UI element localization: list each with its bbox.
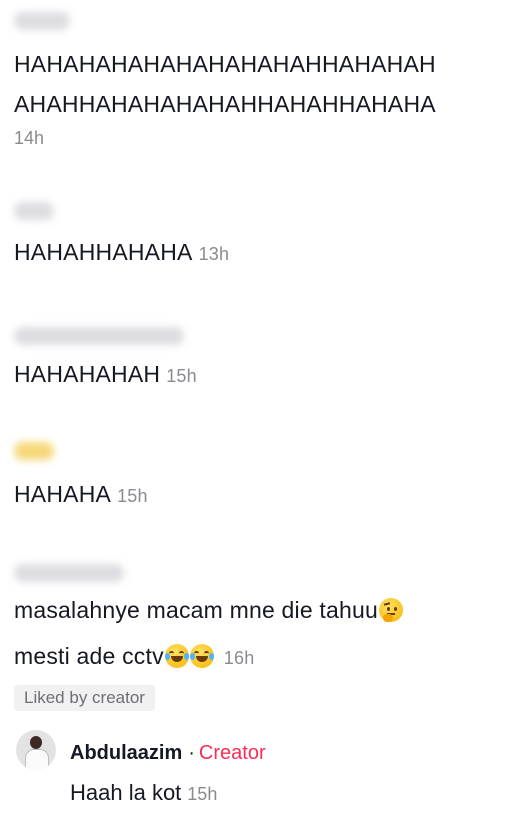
comment-text-line1: HAHAHAHAHAHAHAHAHAHHAHAHAH	[14, 51, 436, 77]
comment-body: HAHAHHAHAHA	[14, 239, 193, 265]
reply-author-line: Abdulaazim · Creator	[70, 742, 266, 765]
blurred-username[interactable]	[14, 12, 70, 30]
comment-time: 15h	[117, 486, 148, 506]
comment-time: 15h	[166, 366, 197, 386]
comment-body: HAHAHA	[14, 481, 112, 507]
liked-by-creator-badge: Liked by creator	[14, 685, 155, 711]
comment-body: HAHAHAHAH	[14, 361, 161, 387]
comment-time: 14h	[14, 128, 45, 148]
creator-label: Creator	[198, 742, 266, 764]
reply-time: 15h	[187, 784, 218, 804]
comment-text: HAHAHHAHAHA 13h	[14, 236, 229, 270]
avatar[interactable]	[16, 730, 56, 770]
blurred-username[interactable]	[14, 327, 184, 345]
laughing-crying-icon	[164, 644, 189, 668]
reply-text: Haah la kot 15h	[70, 780, 217, 806]
comment-text: HAHAHAHAH 15h	[14, 358, 197, 392]
reply-body: Haah la kot	[70, 780, 182, 805]
comment-text-line2: AHAHHAHAHAHAHAHHAHAHHAHAHA	[14, 91, 436, 117]
thinking-face-icon	[378, 598, 403, 622]
comment-body: mesti ade cctv	[14, 643, 164, 669]
blurred-username[interactable]	[14, 202, 54, 220]
comment-time: 13h	[198, 244, 230, 264]
comment-text-line1: masalahnye macam mne die tahuu	[14, 594, 403, 626]
comment-text-line2: mesti ade cctv 16h	[14, 640, 254, 674]
blurred-username[interactable]	[14, 442, 54, 460]
separator-dot: ·	[188, 742, 195, 764]
blurred-username[interactable]	[14, 564, 124, 582]
comment-time: 16h	[223, 648, 255, 668]
comment-text: HAHAHA 15h	[14, 478, 148, 512]
laughing-crying-icon	[189, 644, 214, 668]
reply-author[interactable]: Abdulaazim	[70, 742, 182, 764]
comment-body: masalahnye macam mne die tahuu	[14, 597, 378, 623]
